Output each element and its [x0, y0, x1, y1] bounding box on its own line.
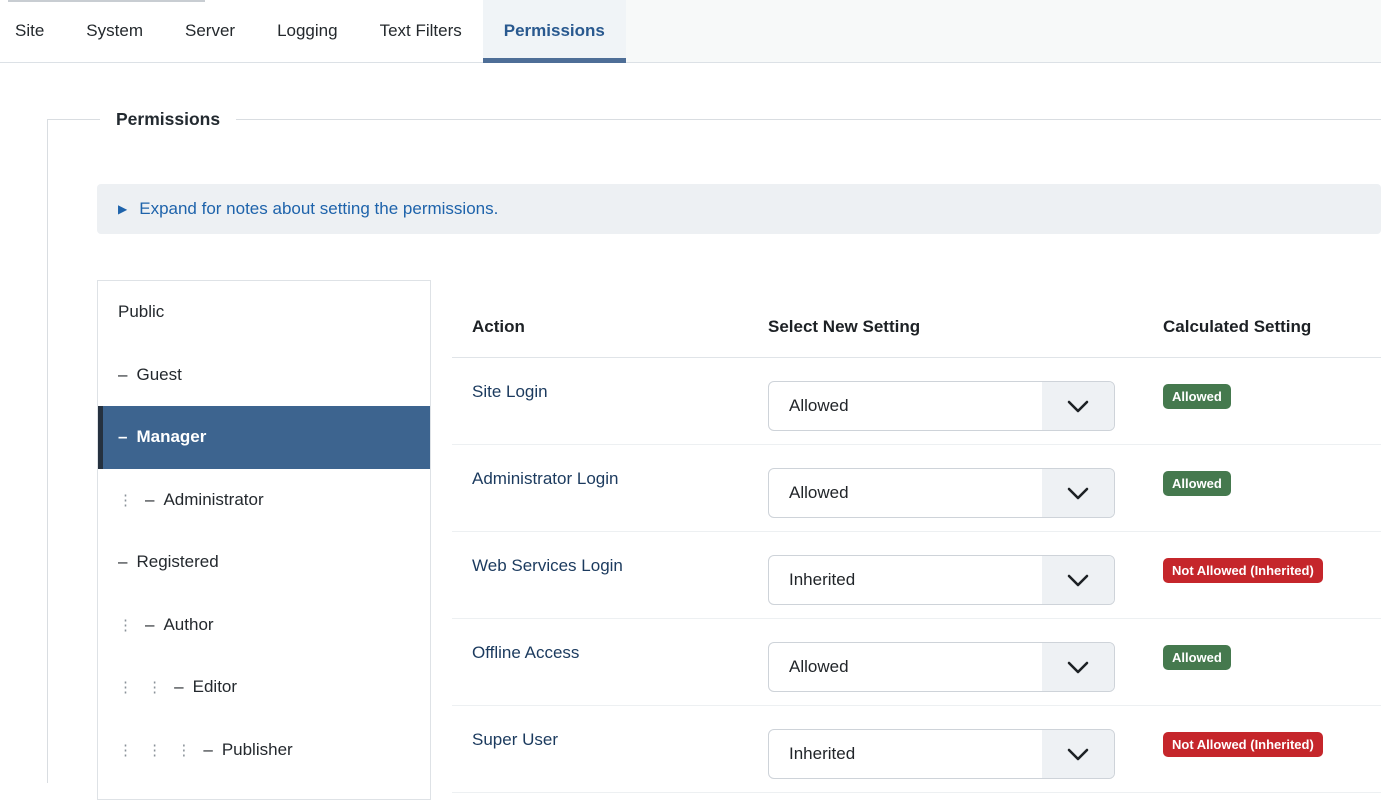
- depth-dash: –: [118, 552, 127, 572]
- tab-site[interactable]: Site: [0, 0, 65, 62]
- depth-dash: –: [203, 740, 212, 760]
- select-value: Allowed: [769, 483, 1042, 503]
- cropped-top-edge-line: [8, 0, 205, 2]
- tab-server[interactable]: Server: [164, 0, 256, 62]
- chevron-down-icon: [1042, 469, 1114, 517]
- depth-dots: ⋮ ⋮ ⋮: [118, 741, 191, 759]
- user-group-list: Public – Guest – Manager ⋮ – Administrat…: [97, 280, 431, 800]
- legend-line-left: [47, 119, 100, 120]
- chevron-down-icon: [1042, 643, 1114, 691]
- select-value: Inherited: [769, 570, 1042, 590]
- group-item-label: Manager: [136, 427, 206, 447]
- table-row: Administrator Login Allowed Allowed: [452, 445, 1381, 532]
- new-setting-select[interactable]: Inherited: [768, 555, 1115, 605]
- select-value: Allowed: [769, 396, 1042, 416]
- table-header-row: Action Select New Setting Calculated Set…: [452, 296, 1381, 358]
- action-label: Offline Access: [452, 619, 768, 705]
- status-badge: Not Allowed (Inherited): [1163, 732, 1323, 757]
- fieldset-legend-row: Permissions: [47, 110, 1381, 128]
- depth-dash: –: [145, 615, 154, 635]
- group-item-author[interactable]: ⋮ – Author: [98, 594, 430, 657]
- group-item-label: Registered: [136, 552, 218, 572]
- tab-text-filters[interactable]: Text Filters: [359, 0, 483, 62]
- expand-triangle-icon: ▶: [118, 202, 127, 216]
- group-item-publisher[interactable]: ⋮ ⋮ ⋮ – Publisher: [98, 719, 430, 782]
- table-row: Site Login Allowed Allowed: [452, 358, 1381, 445]
- depth-dash: –: [145, 490, 154, 510]
- group-item-guest[interactable]: – Guest: [98, 344, 430, 407]
- group-item-registered[interactable]: – Registered: [98, 531, 430, 594]
- status-badge: Allowed: [1163, 471, 1231, 496]
- depth-dash: –: [174, 677, 183, 697]
- new-setting-select[interactable]: Allowed: [768, 468, 1115, 518]
- header-calculated-setting: Calculated Setting: [1163, 296, 1381, 357]
- status-badge: Allowed: [1163, 384, 1231, 409]
- group-item-public[interactable]: Public: [98, 281, 430, 344]
- depth-dots: ⋮ ⋮: [118, 678, 162, 696]
- group-item-manager[interactable]: – Manager: [98, 406, 430, 469]
- header-select-new-setting: Select New Setting: [768, 296, 1163, 357]
- action-label: Site Login: [452, 358, 768, 444]
- new-setting-select[interactable]: Allowed: [768, 381, 1115, 431]
- depth-dash: –: [118, 365, 127, 385]
- select-value: Allowed: [769, 657, 1042, 677]
- group-item-label: Administrator: [163, 490, 263, 510]
- config-tabbar: Site System Server Logging Text Filters …: [0, 0, 1381, 63]
- tab-logging[interactable]: Logging: [256, 0, 359, 62]
- depth-dash: –: [118, 427, 127, 447]
- group-item-administrator[interactable]: ⋮ – Administrator: [98, 469, 430, 532]
- group-item-label: Publisher: [222, 740, 293, 760]
- table-row: Web Services Login Inherited Not Allowed…: [452, 532, 1381, 619]
- group-item-editor[interactable]: ⋮ ⋮ – Editor: [98, 656, 430, 719]
- chevron-down-icon: [1042, 556, 1114, 604]
- new-setting-select[interactable]: Allowed: [768, 642, 1115, 692]
- group-item-label: Editor: [193, 677, 237, 697]
- tab-permissions[interactable]: Permissions: [483, 0, 626, 62]
- group-item-label: Guest: [136, 365, 181, 385]
- table-row: Super User Inherited Not Allowed (Inheri…: [452, 706, 1381, 793]
- permissions-table: Action Select New Setting Calculated Set…: [452, 296, 1381, 793]
- chevron-down-icon: [1042, 730, 1114, 778]
- action-label: Super User: [452, 706, 768, 792]
- permissions-notes-toggle[interactable]: ▶ Expand for notes about setting the per…: [97, 184, 1381, 234]
- header-action: Action: [452, 296, 768, 357]
- new-setting-select[interactable]: Inherited: [768, 729, 1115, 779]
- group-item-label: Public: [118, 302, 164, 322]
- notes-toggle-label: Expand for notes about setting the permi…: [139, 199, 498, 219]
- select-value: Inherited: [769, 744, 1042, 764]
- fieldset-left-border: [47, 119, 48, 783]
- tab-system[interactable]: System: [65, 0, 164, 62]
- depth-dots: ⋮: [118, 616, 133, 634]
- page-title: Permissions: [100, 109, 236, 130]
- group-item-label: Author: [163, 615, 213, 635]
- action-label: Administrator Login: [452, 445, 768, 531]
- tabbar-filler: [626, 0, 1381, 62]
- action-label: Web Services Login: [452, 532, 768, 618]
- table-row: Offline Access Allowed Allowed: [452, 619, 1381, 706]
- legend-line-right: [236, 119, 1381, 120]
- status-badge: Not Allowed (Inherited): [1163, 558, 1323, 583]
- status-badge: Allowed: [1163, 645, 1231, 670]
- depth-dots: ⋮: [118, 491, 133, 509]
- chevron-down-icon: [1042, 382, 1114, 430]
